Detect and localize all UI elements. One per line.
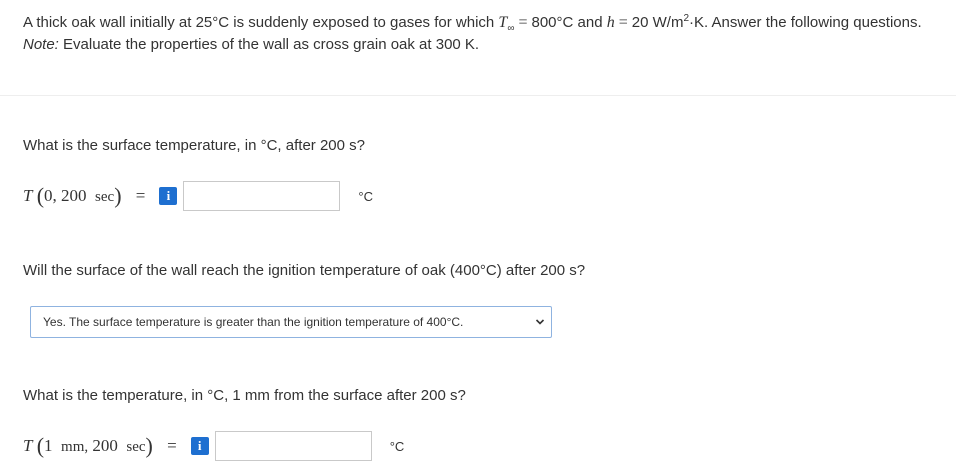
h-value: 20 W/m (631, 14, 684, 31)
q1-var: T (23, 186, 33, 205)
close-paren: ) (114, 183, 122, 208)
q2-answer-select[interactable]: Yes. The surface temperature is greater … (30, 306, 552, 338)
problem-statement: A thick oak wall initially at 25°C is su… (23, 12, 938, 56)
problem-text-intro: A thick oak wall initially at 25°C is su… (23, 14, 499, 31)
q3-arg2: 200 (92, 436, 118, 455)
note-label: Note: (23, 36, 59, 53)
question-2-text: Will the surface of the wall reach the i… (23, 262, 586, 279)
q2-selected-option: Yes. The surface temperature is greater … (43, 315, 464, 329)
q3-answer-input[interactable] (214, 431, 372, 461)
q3-unit-label: °C (389, 438, 405, 454)
equals-sign-2: = (618, 14, 628, 31)
h-unit-tail: ·K. Answer the following questions. (689, 14, 922, 31)
t-infinity-symbol: T (498, 14, 508, 31)
question-3-text: What is the temperature, in °C, 1 mm fro… (23, 387, 466, 404)
note-text: Evaluate the properties of the wall as c… (58, 36, 480, 53)
q3-equals: = (167, 436, 177, 455)
q1-args: 0, 200 (44, 186, 87, 205)
h-symbol: h (606, 14, 615, 31)
equals-sign: = (518, 14, 528, 31)
close-paren-3: ) (145, 433, 153, 458)
q3-info-icon[interactable]: i (190, 437, 209, 455)
t-infinity-value: 800°C and (531, 14, 607, 31)
q3-unit: sec (126, 439, 146, 455)
question-1-answer-row: T (0, 200 sec) = i °C (23, 178, 373, 214)
q1-answer-input[interactable] (183, 181, 341, 211)
open-paren-3: ( (36, 433, 45, 458)
q3-arg1: 1 (44, 436, 53, 455)
q1-unit-label: °C (358, 188, 373, 204)
question-1-expression: T (0, 200 sec) = (23, 183, 155, 209)
q3-arg1-unit: mm, (61, 439, 89, 455)
q1-unit: sec (95, 189, 115, 205)
q1-equals: = (135, 186, 146, 205)
question-1-text: What is the surface temperature, in °C, … (23, 137, 365, 154)
section-divider (0, 95, 956, 96)
open-paren: ( (36, 183, 45, 208)
question-3-expression: T (1 mm, 200 sec) = (23, 433, 187, 459)
chevron-down-icon (535, 319, 545, 325)
q3-var: T (23, 436, 33, 455)
q1-info-icon[interactable]: i (159, 187, 178, 205)
